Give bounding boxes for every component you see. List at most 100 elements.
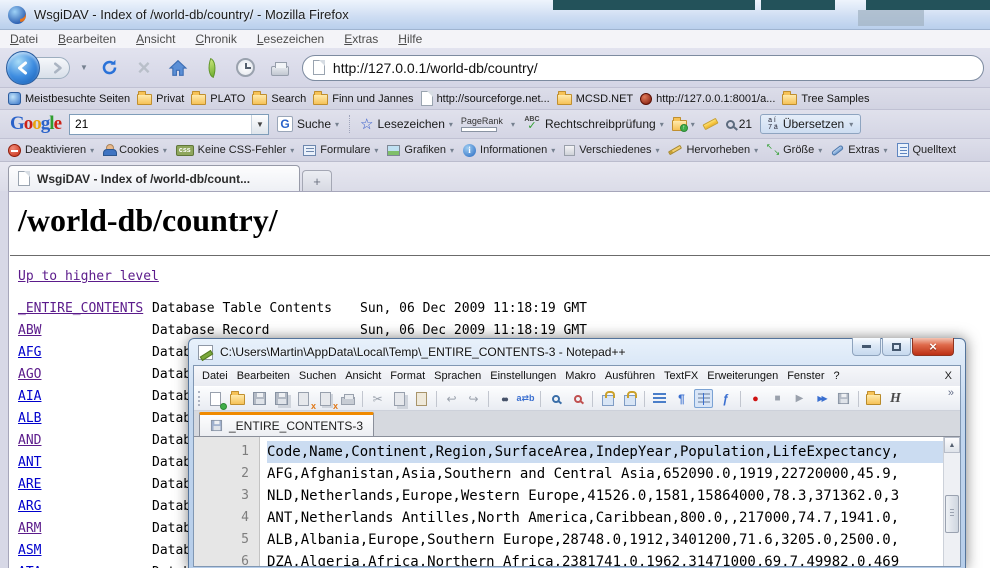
entry-link[interactable]: ARM xyxy=(18,521,41,536)
menu-datei[interactable]: Datei xyxy=(10,32,38,46)
entry-link[interactable]: ALB xyxy=(18,411,41,426)
entry-link[interactable]: ARG xyxy=(18,499,41,514)
entry-link[interactable]: ANT xyxy=(18,455,41,470)
feed-button[interactable] xyxy=(200,55,224,81)
bookmark-plato[interactable]: PLATO xyxy=(191,92,245,105)
webdev-cookies[interactable]: Cookies▾ xyxy=(103,144,167,156)
npp-doc-close-x[interactable]: X xyxy=(945,370,952,382)
tab-wsgidav[interactable]: WsgiDAV - Index of /world-db/count... xyxy=(8,165,300,191)
save-macro-icon[interactable] xyxy=(834,389,853,408)
vertical-scrollbar[interactable]: ▲ xyxy=(943,437,960,566)
history-dropdown-icon[interactable]: ▼ xyxy=(80,63,88,72)
npp-menu-einstellungen[interactable]: Einstellungen xyxy=(490,370,556,382)
webdev-informationen[interactable]: iInformationen▾ xyxy=(463,144,555,157)
bookmark-most-visited[interactable]: Meistbesuchte Seiten xyxy=(8,92,130,105)
save-all-icon[interactable] xyxy=(272,389,291,408)
webdev-grafiken[interactable]: Grafiken▾ xyxy=(387,144,454,156)
entry-link[interactable]: ABW xyxy=(18,323,41,338)
code-area[interactable]: Code,Name,Continent,Region,SurfaceArea,I… xyxy=(260,437,960,566)
search-dropdown-icon[interactable]: ▼ xyxy=(251,115,268,134)
toolbar-overflow-chevron[interactable]: » xyxy=(948,387,954,399)
sync-h-scroll-icon[interactable] xyxy=(620,389,639,408)
google-search-button[interactable]: GSuche▾ xyxy=(277,116,339,132)
print-button[interactable] xyxy=(268,55,292,81)
google-search-input[interactable] xyxy=(70,117,251,131)
bookmark-search[interactable]: Search xyxy=(252,92,306,105)
npp-menu-ausfuehren[interactable]: Ausführen xyxy=(605,370,655,382)
show-all-chars-icon[interactable]: ¶ xyxy=(672,389,691,408)
npp-menu-datei[interactable]: Datei xyxy=(202,370,228,382)
npp-menu-format[interactable]: Format xyxy=(390,370,425,382)
minimize-button[interactable] xyxy=(852,338,881,356)
find-icon[interactable]: ●● xyxy=(494,389,513,408)
zoom-out-icon[interactable] xyxy=(568,389,587,408)
paste-icon[interactable] xyxy=(412,389,431,408)
zoom-in-icon[interactable] xyxy=(546,389,565,408)
entry-link[interactable]: _ENTIRE_CONTENTS xyxy=(18,301,143,316)
cut-icon[interactable]: ✂ xyxy=(368,389,387,408)
entry-link[interactable]: ARE xyxy=(18,477,41,492)
send-to-button[interactable]: ↑▾ xyxy=(672,118,695,131)
stop-button[interactable]: × xyxy=(132,55,156,81)
close-button[interactable]: × xyxy=(912,338,954,356)
function-list-icon[interactable]: ƒ xyxy=(716,389,735,408)
forward-button[interactable] xyxy=(36,57,70,79)
menu-extras[interactable]: Extras xyxy=(344,32,378,46)
npp-menu-makro[interactable]: Makro xyxy=(565,370,596,382)
webdev-extras[interactable]: Extras▾ xyxy=(831,144,887,156)
undo-icon[interactable]: ↩ xyxy=(442,389,461,408)
close-all-icon[interactable]: x xyxy=(316,389,335,408)
notepadpp-titlebar[interactable]: C:\Users\Martin\AppData\Local\Temp\_ENTI… xyxy=(193,339,961,365)
npp-menu-sprachen[interactable]: Sprachen xyxy=(434,370,481,382)
highlighter-button[interactable] xyxy=(703,121,718,127)
play-macro-icon[interactable]: ▶ xyxy=(790,389,809,408)
home-button[interactable] xyxy=(166,55,190,81)
bookmark-localhost-8001[interactable]: http://127.0.0.1:8001/a... xyxy=(640,93,775,105)
google-search-box[interactable]: ▼ xyxy=(69,114,269,135)
entry-link[interactable]: AND xyxy=(18,433,41,448)
entry-link[interactable]: AGO xyxy=(18,367,41,382)
indent-guide-icon[interactable] xyxy=(694,389,713,408)
menu-ansicht[interactable]: Ansicht xyxy=(136,32,175,46)
npp-tab-entire-contents[interactable]: _ENTIRE_CONTENTS-3 xyxy=(199,412,374,436)
bookmark-tree-samples[interactable]: Tree Samples xyxy=(782,92,869,105)
url-bar[interactable] xyxy=(302,55,984,81)
scrollbar-thumb[interactable] xyxy=(945,495,959,533)
menu-bearbeiten[interactable]: Bearbeiten xyxy=(58,32,116,46)
webdev-formulare[interactable]: Formulare▾ xyxy=(303,144,378,156)
record-macro-icon[interactable]: ● xyxy=(746,389,765,408)
npp-menu-bearbeiten[interactable]: Bearbeiten xyxy=(237,370,290,382)
doc-switcher-icon[interactable] xyxy=(864,389,883,408)
url-input[interactable] xyxy=(333,60,973,76)
webdev-verschiedenes[interactable]: Verschiedenes▾ xyxy=(564,144,659,156)
zoom-indicator[interactable]: 21 xyxy=(726,117,752,131)
run-macro-multiple-icon[interactable]: ▶▶ xyxy=(812,389,831,408)
copy-icon[interactable] xyxy=(390,389,409,408)
entry-link[interactable]: AFG xyxy=(18,345,41,360)
google-bookmarks-button[interactable]: ☆Lesezeichen▾ xyxy=(360,115,453,133)
webdev-hervorheben[interactable]: Hervorheben▾ xyxy=(668,144,758,156)
translate-button[interactable]: a í7 ä Übersetzen ▾ xyxy=(760,114,861,134)
webdev-css[interactable]: cssKeine CSS-Fehler▾ xyxy=(176,144,294,156)
maximize-button[interactable] xyxy=(882,338,911,356)
scroll-up-arrow-icon[interactable]: ▲ xyxy=(944,437,960,453)
entry-link[interactable]: AIA xyxy=(18,389,41,404)
bookmark-privat[interactable]: Privat xyxy=(137,92,184,105)
up-to-higher-level-link[interactable]: Up to higher level xyxy=(18,269,159,284)
reload-button[interactable] xyxy=(98,55,122,81)
bookmark-sourceforge[interactable]: http://sourceforge.net... xyxy=(421,91,550,106)
npp-menu-textfx[interactable]: TextFX xyxy=(664,370,698,382)
word-wrap-icon[interactable] xyxy=(650,389,669,408)
sync-v-scroll-icon[interactable] xyxy=(598,389,617,408)
pagerank-indicator[interactable]: PageRank xyxy=(461,117,503,132)
open-file-icon[interactable] xyxy=(228,389,247,408)
npp-menu-suchen[interactable]: Suchen xyxy=(299,370,336,382)
new-tab-button[interactable]: + xyxy=(302,170,332,191)
npp-menu-help[interactable]: ? xyxy=(833,370,839,382)
bookmark-finn-und-jannes[interactable]: Finn und Jannes xyxy=(313,92,413,105)
webdev-groesse[interactable]: Größe▾ xyxy=(767,144,822,156)
menu-lesezeichen[interactable]: Lesezeichen xyxy=(257,32,324,46)
npp-menu-fenster[interactable]: Fenster xyxy=(787,370,824,382)
menu-chronik[interactable]: Chronik xyxy=(195,32,236,46)
stop-macro-icon[interactable]: ■ xyxy=(768,389,787,408)
